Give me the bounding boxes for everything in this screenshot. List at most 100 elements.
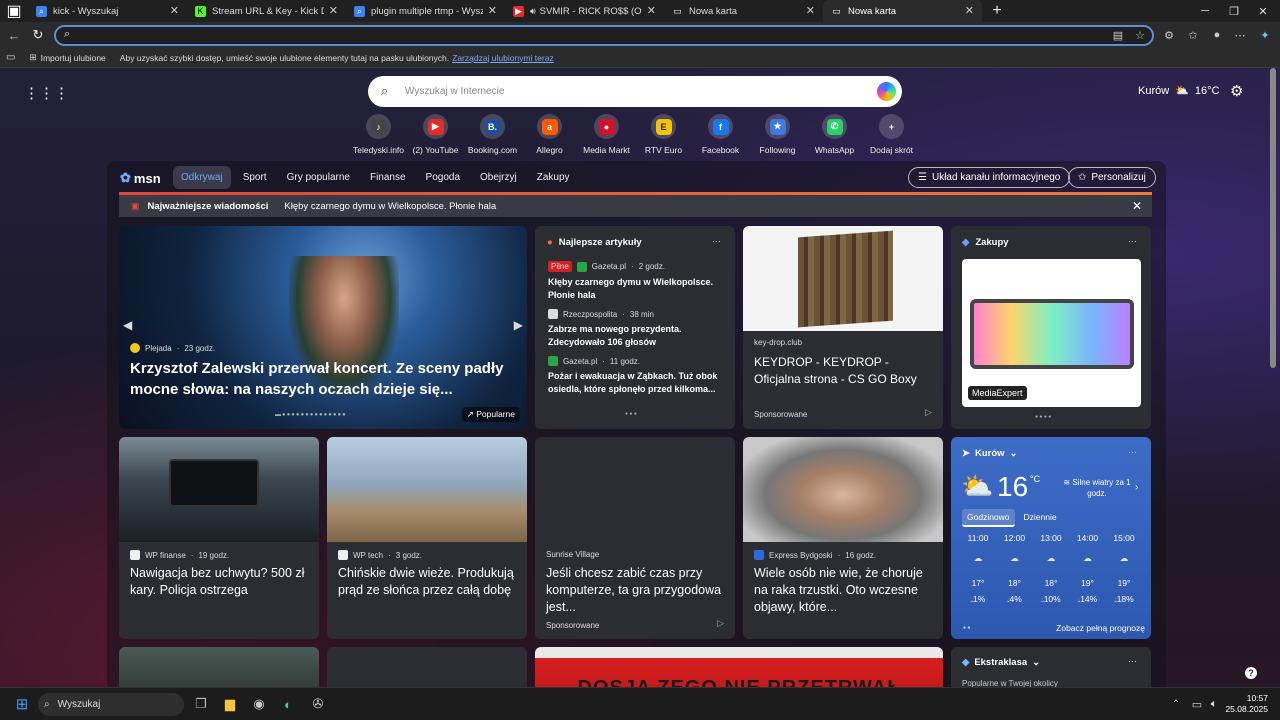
minimize-button[interactable]: ─ (1190, 0, 1220, 22)
tab-hourly[interactable]: Godzinowo (962, 509, 1015, 527)
promo-banner[interactable]: DOSJA ZEGO NIE PRZETRWAŁ (535, 647, 943, 687)
shortcut-8[interactable]: ★ Following (749, 114, 806, 155)
card-title[interactable]: Chińskie dwie wieże. Produkują prąd ze s… (338, 565, 520, 599)
manage-favorites-link[interactable]: Zarządzaj ulubionymi teraz (452, 53, 554, 63)
extensions-icon[interactable]: ⚙ (1160, 27, 1178, 43)
carousel-prev-icon[interactable]: ◀ (123, 318, 132, 332)
close-tab-icon[interactable]: ✕ (329, 4, 338, 17)
apps-grid-icon[interactable]: ⋮⋮⋮ (24, 84, 69, 102)
close-tab-icon[interactable]: ✕ (647, 4, 656, 17)
chevron-down-icon[interactable]: ⌄ (1010, 448, 1018, 459)
more-options-icon[interactable]: ⋯ (1128, 447, 1137, 458)
back-button[interactable]: ← (4, 26, 24, 44)
tab-2[interactable]: K Stream URL & Key - Kick Dashboard ✕ (187, 0, 346, 22)
top-story-item[interactable]: Gazeta.pl · 11 godz. Pożar i ewakuacja w Zą… (548, 356, 726, 396)
msn-logo[interactable]: ✿ msn (120, 170, 161, 186)
task-view-icon[interactable]: ❐ (191, 694, 211, 714)
refresh-button[interactable]: ↻ (28, 26, 48, 44)
address-bar[interactable]: ⌕ (54, 25, 1154, 46)
story-title[interactable]: Pożar i ewakuacja w Ząbkach. Tuż obok os… (548, 370, 726, 396)
close-tab-icon[interactable]: ✕ (488, 4, 497, 17)
card-title[interactable]: Nawigacja bez uchwytu? 500 zł kary. Poli… (130, 565, 312, 599)
help-icon[interactable]: ? (1245, 667, 1257, 679)
profile-avatar[interactable]: ● (1208, 27, 1226, 43)
more-options-icon[interactable]: ⋯ (712, 236, 721, 247)
shortcut-3[interactable]: B. Booking.com (464, 114, 521, 155)
news-card[interactable] (327, 647, 527, 687)
feed-layout-button[interactable]: ☰ Układ kanału informacyjnego (908, 167, 1071, 188)
category-tab[interactable]: Gry popularne (279, 166, 358, 189)
category-tab[interactable]: Finanse (362, 166, 414, 189)
shopping-card[interactable]: ◆ Zakupy ⋯ MediaExpert ● ● ● ● (951, 226, 1151, 429)
chevron-right-icon[interactable]: › (1135, 482, 1138, 493)
reader-view-icon[interactable]: ▤ (1109, 27, 1127, 43)
edge-icon[interactable]: ◐ (278, 694, 298, 714)
story-title[interactable]: Zabrze ma nowego prezydenta. Zdecydowało… (548, 323, 726, 349)
ad-title[interactable]: KEYDROP - KEYDROP - Oficjalna strona - C… (754, 354, 934, 388)
carousel-next-icon[interactable]: ▶ (514, 318, 523, 332)
maximize-button[interactable]: ❐ (1219, 0, 1249, 22)
close-tab-icon[interactable]: ✕ (170, 4, 179, 17)
close-tab-icon[interactable]: ✕ (965, 4, 974, 17)
shortcut-7[interactable]: f Facebook (692, 114, 749, 155)
tab-1[interactable]: ⌕ kick - Wyszukaj ✕ (28, 0, 187, 22)
obs-icon[interactable]: ✇ (308, 694, 328, 714)
taskbar-search[interactable]: ⌕ Wyszukaj (38, 693, 184, 716)
copilot-icon[interactable]: ✦ (1256, 27, 1274, 43)
category-tab[interactable]: Odkrywaj (173, 166, 231, 189)
tab-5[interactable]: ▭ Nowa karta ✕ (664, 0, 823, 22)
ekstraklasa-card[interactable]: ◆ Ekstraklasa ⌄ ⋯ Popularne w Twojej okoli… (951, 647, 1151, 687)
favorite-star-icon[interactable]: ☆ (1131, 27, 1149, 43)
copilot-icon[interactable] (877, 82, 896, 101)
shortcut-9[interactable]: ✆ WhatsApp (806, 114, 863, 155)
shortcut-4[interactable]: a Allegro (521, 114, 578, 155)
news-card[interactable]: WP tech · 3 godz. Chińskie dwie wieże. Pro… (327, 437, 527, 639)
clock[interactable]: 10:57 25.08.2025 (1225, 693, 1268, 715)
more-options-icon[interactable]: ⋯ (1128, 656, 1137, 667)
shortcut-1[interactable]: ♪ Teledyski.info (350, 114, 407, 155)
hero-title[interactable]: Krzysztof Zalewski przerwał koncert. Ze … (130, 358, 520, 400)
shortcut-5[interactable]: ● Media Markt (578, 114, 635, 155)
audio-playing-icon[interactable]: 🔊︎ (530, 6, 536, 17)
tab-3[interactable]: ⌕ plugin multiple rtmp - Wyszukaj ✕ (346, 0, 505, 22)
close-window-button[interactable]: ✕ (1248, 0, 1278, 22)
page-scrollbar[interactable] (1270, 68, 1276, 368)
import-favorites-button[interactable]: Importuj ulubione (41, 53, 106, 63)
weather-card[interactable]: ➤ Kurów ⌄ ⋯ ⛅ 16 °C ≋ Silne wiatry za 1 go… (951, 437, 1151, 639)
tab-daily[interactable]: Dziennie (1019, 509, 1062, 527)
category-tab[interactable]: Obejrzyj (472, 166, 525, 189)
category-tab[interactable]: Zakupy (529, 166, 578, 189)
tab-actions-icon[interactable]: ▣ (0, 0, 28, 22)
settings-gear-icon[interactable]: ⚙ (1230, 82, 1243, 100)
ad-choices-icon[interactable]: ▷ (717, 618, 724, 629)
shortcut-2[interactable]: ▶ (2) YouTube (407, 114, 464, 155)
breaking-text[interactable]: Kłęby czarnego dymu w Wielkopolsce. Płon… (284, 201, 496, 212)
new-tab-button[interactable]: + (986, 1, 1008, 21)
top-story-item[interactable]: Rzeczpospolita · 38 min Zabrze ma nowego pr… (548, 309, 726, 349)
personalize-button[interactable]: ✩ Personalizuj (1068, 167, 1156, 188)
close-icon[interactable]: ✕ (1132, 199, 1142, 213)
news-card[interactable]: Express Bydgoski · 16 godz. Wiele osób nie… (743, 437, 943, 639)
news-card[interactable]: WP finanse · 19 godz. Nawigacja bez uchwyt… (119, 437, 319, 639)
ad-choices-icon[interactable]: ▷ (925, 407, 932, 418)
steam-icon[interactable]: ◉ (249, 694, 269, 714)
sponsored-card[interactable]: Sunrise Village Jeśli chcesz zabić czas … (535, 437, 735, 639)
file-explorer-icon[interactable]: ▆ (220, 694, 240, 714)
favorites-icon[interactable]: ✩ (1184, 27, 1202, 43)
card-title[interactable]: Wiele osób nie wie, że choruje na raka t… (754, 565, 936, 616)
wind-alert[interactable]: ≋ Silne wiatry za 1 godz. (1059, 477, 1135, 499)
shortcut-10[interactable]: + Dodaj skrót (863, 114, 920, 155)
weather-summary[interactable]: Kurów ⛅ 16°C (1138, 84, 1219, 98)
full-forecast-link[interactable]: Zobacz pełną prognozę (1056, 623, 1145, 633)
top-story-item[interactable]: Pilne Gazeta.pl · 2 godz. Kłęby czarnego dym… (548, 261, 726, 302)
chevron-down-icon[interactable]: ⌄ (1032, 657, 1040, 668)
web-search-box[interactable]: ⌕ Wyszukaj w Internecie (368, 76, 902, 107)
close-tab-icon[interactable]: ✕ (806, 4, 815, 17)
category-tab[interactable]: Sport (235, 166, 275, 189)
story-title[interactable]: Kłęby czarnego dymu w Wielkopolsce. Płon… (548, 276, 726, 302)
chevron-up-icon[interactable]: ⌃ (1166, 694, 1186, 714)
more-menu-icon[interactable]: ⋯ (1231, 27, 1249, 43)
windows-start-icon[interactable]: ⊞ (12, 694, 32, 714)
breaking-news-bar[interactable]: ▣ Najważniejsze wiadomości Kłęby czarneg… (119, 195, 1152, 217)
volume-icon[interactable]: 🔈︎ (1204, 694, 1224, 714)
